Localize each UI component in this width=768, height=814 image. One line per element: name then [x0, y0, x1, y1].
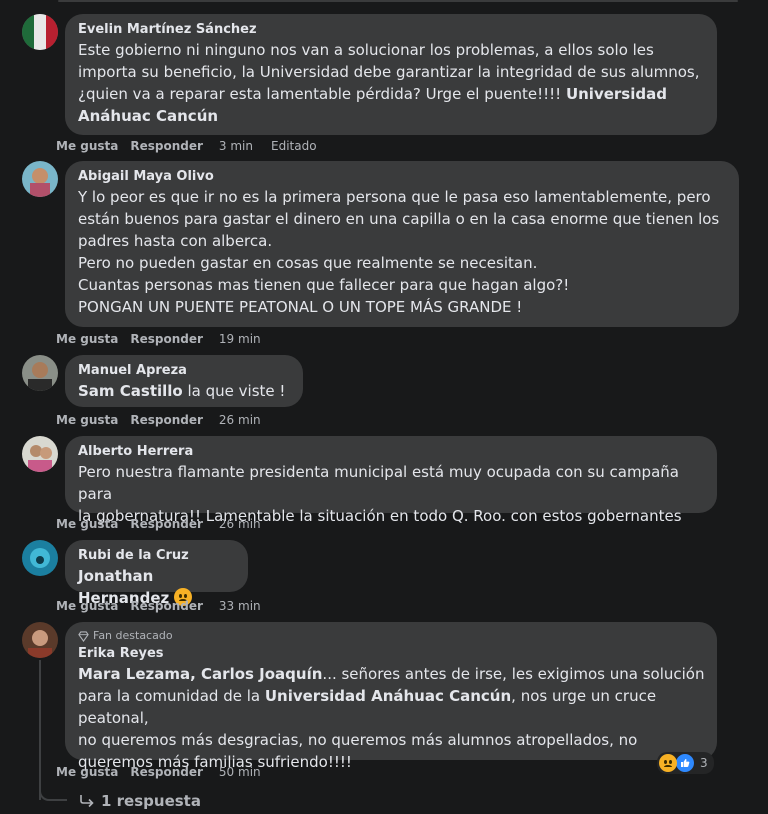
replies-label: 1 respuesta	[101, 792, 201, 810]
reply-button[interactable]: Responder	[130, 598, 203, 614]
comment-bubble: Abigail Maya Olivo Y lo peor es que ir n…	[65, 161, 739, 327]
avatar[interactable]	[22, 355, 58, 391]
comment-actions: Me gusta Responder 19 min	[56, 331, 279, 347]
timestamp[interactable]: 19 min	[219, 331, 261, 347]
author-name[interactable]: Alberto Herrera	[78, 444, 705, 460]
fan-badge-label: Fan destacado	[93, 629, 173, 642]
comment-actions: Me gusta Responder 33 min	[56, 598, 279, 614]
comment-bubble: Fan destacado Erika Reyes Mara Lezama, C…	[65, 622, 717, 771]
comment-text: Mara Lezama, Carlos Joaquín... señores a…	[78, 665, 705, 771]
comment-actions: Me gusta Responder 26 min	[56, 412, 279, 428]
thread-connector	[39, 775, 67, 801]
comment-text: Y lo peor es que ir no es la primera per…	[78, 188, 720, 316]
author-name[interactable]: Erika Reyes	[78, 646, 705, 662]
edited-label: Editado	[271, 139, 317, 153]
reply-button[interactable]: Responder	[130, 764, 203, 780]
timestamp[interactable]: 26 min	[219, 412, 261, 428]
diamond-icon	[78, 630, 89, 642]
like-reaction-icon	[675, 753, 695, 773]
comment-text: Sam Castillo la que viste !	[78, 382, 286, 400]
author-name[interactable]: Abigail Maya Olivo	[78, 169, 727, 185]
view-replies-button[interactable]: 1 respuesta	[79, 791, 201, 811]
comment-bubble: Rubi de la Cruz Jonathan Hernandez	[65, 540, 248, 607]
mention-link[interactable]: Mara Lezama, Carlos Joaquín	[78, 665, 322, 683]
comment-text: Este gobierno ni ninguno nos van a soluc…	[78, 41, 700, 125]
timestamp[interactable]: 26 min	[219, 516, 261, 532]
fan-badge[interactable]: Fan destacado	[78, 629, 705, 643]
like-button[interactable]: Me gusta	[56, 412, 118, 428]
timestamp[interactable]: 50 min	[219, 764, 261, 780]
reply-button[interactable]: Responder	[130, 412, 203, 428]
sad-reaction-icon	[659, 754, 677, 772]
comment-actions: Me gusta Responder 3 min Editado	[56, 138, 335, 154]
author-name[interactable]: Evelin Martínez Sánchez	[78, 22, 705, 38]
avatar[interactable]	[22, 161, 58, 197]
like-button[interactable]: Me gusta	[56, 598, 118, 614]
reply-button[interactable]: Responder	[130, 138, 203, 154]
avatar[interactable]	[22, 436, 58, 472]
comment-bubble: Manuel Apreza Sam Castillo la que viste …	[65, 355, 303, 407]
timestamp[interactable]: 3 min	[219, 138, 253, 154]
comment-bubble: Evelin Martínez Sánchez Este gobierno ni…	[65, 14, 717, 135]
comment-actions: Me gusta Responder 50 min	[56, 764, 279, 780]
comment-actions: Me gusta Responder 26 min	[56, 516, 279, 532]
divider	[58, 0, 738, 2]
avatar[interactable]	[22, 540, 58, 576]
reply-button[interactable]: Responder	[130, 516, 203, 532]
timestamp[interactable]: 33 min	[219, 598, 261, 614]
mention-link[interactable]: Universidad Anáhuac Cancún	[265, 687, 511, 705]
reply-button[interactable]: Responder	[130, 331, 203, 347]
reply-arrow-icon	[80, 795, 94, 808]
comment-bubble: Alberto Herrera Pero nuestra flamante pr…	[65, 436, 717, 525]
like-button[interactable]: Me gusta	[56, 331, 118, 347]
like-button[interactable]: Me gusta	[56, 516, 118, 532]
author-name[interactable]: Manuel Apreza	[78, 363, 291, 379]
reaction-count: 3	[700, 756, 708, 770]
avatar[interactable]	[22, 622, 58, 658]
reaction-summary[interactable]: 3	[657, 752, 714, 774]
avatar[interactable]	[22, 14, 58, 50]
author-name[interactable]: Rubi de la Cruz	[78, 548, 236, 564]
mention-link[interactable]: Sam Castillo	[78, 382, 183, 400]
like-button[interactable]: Me gusta	[56, 138, 118, 154]
